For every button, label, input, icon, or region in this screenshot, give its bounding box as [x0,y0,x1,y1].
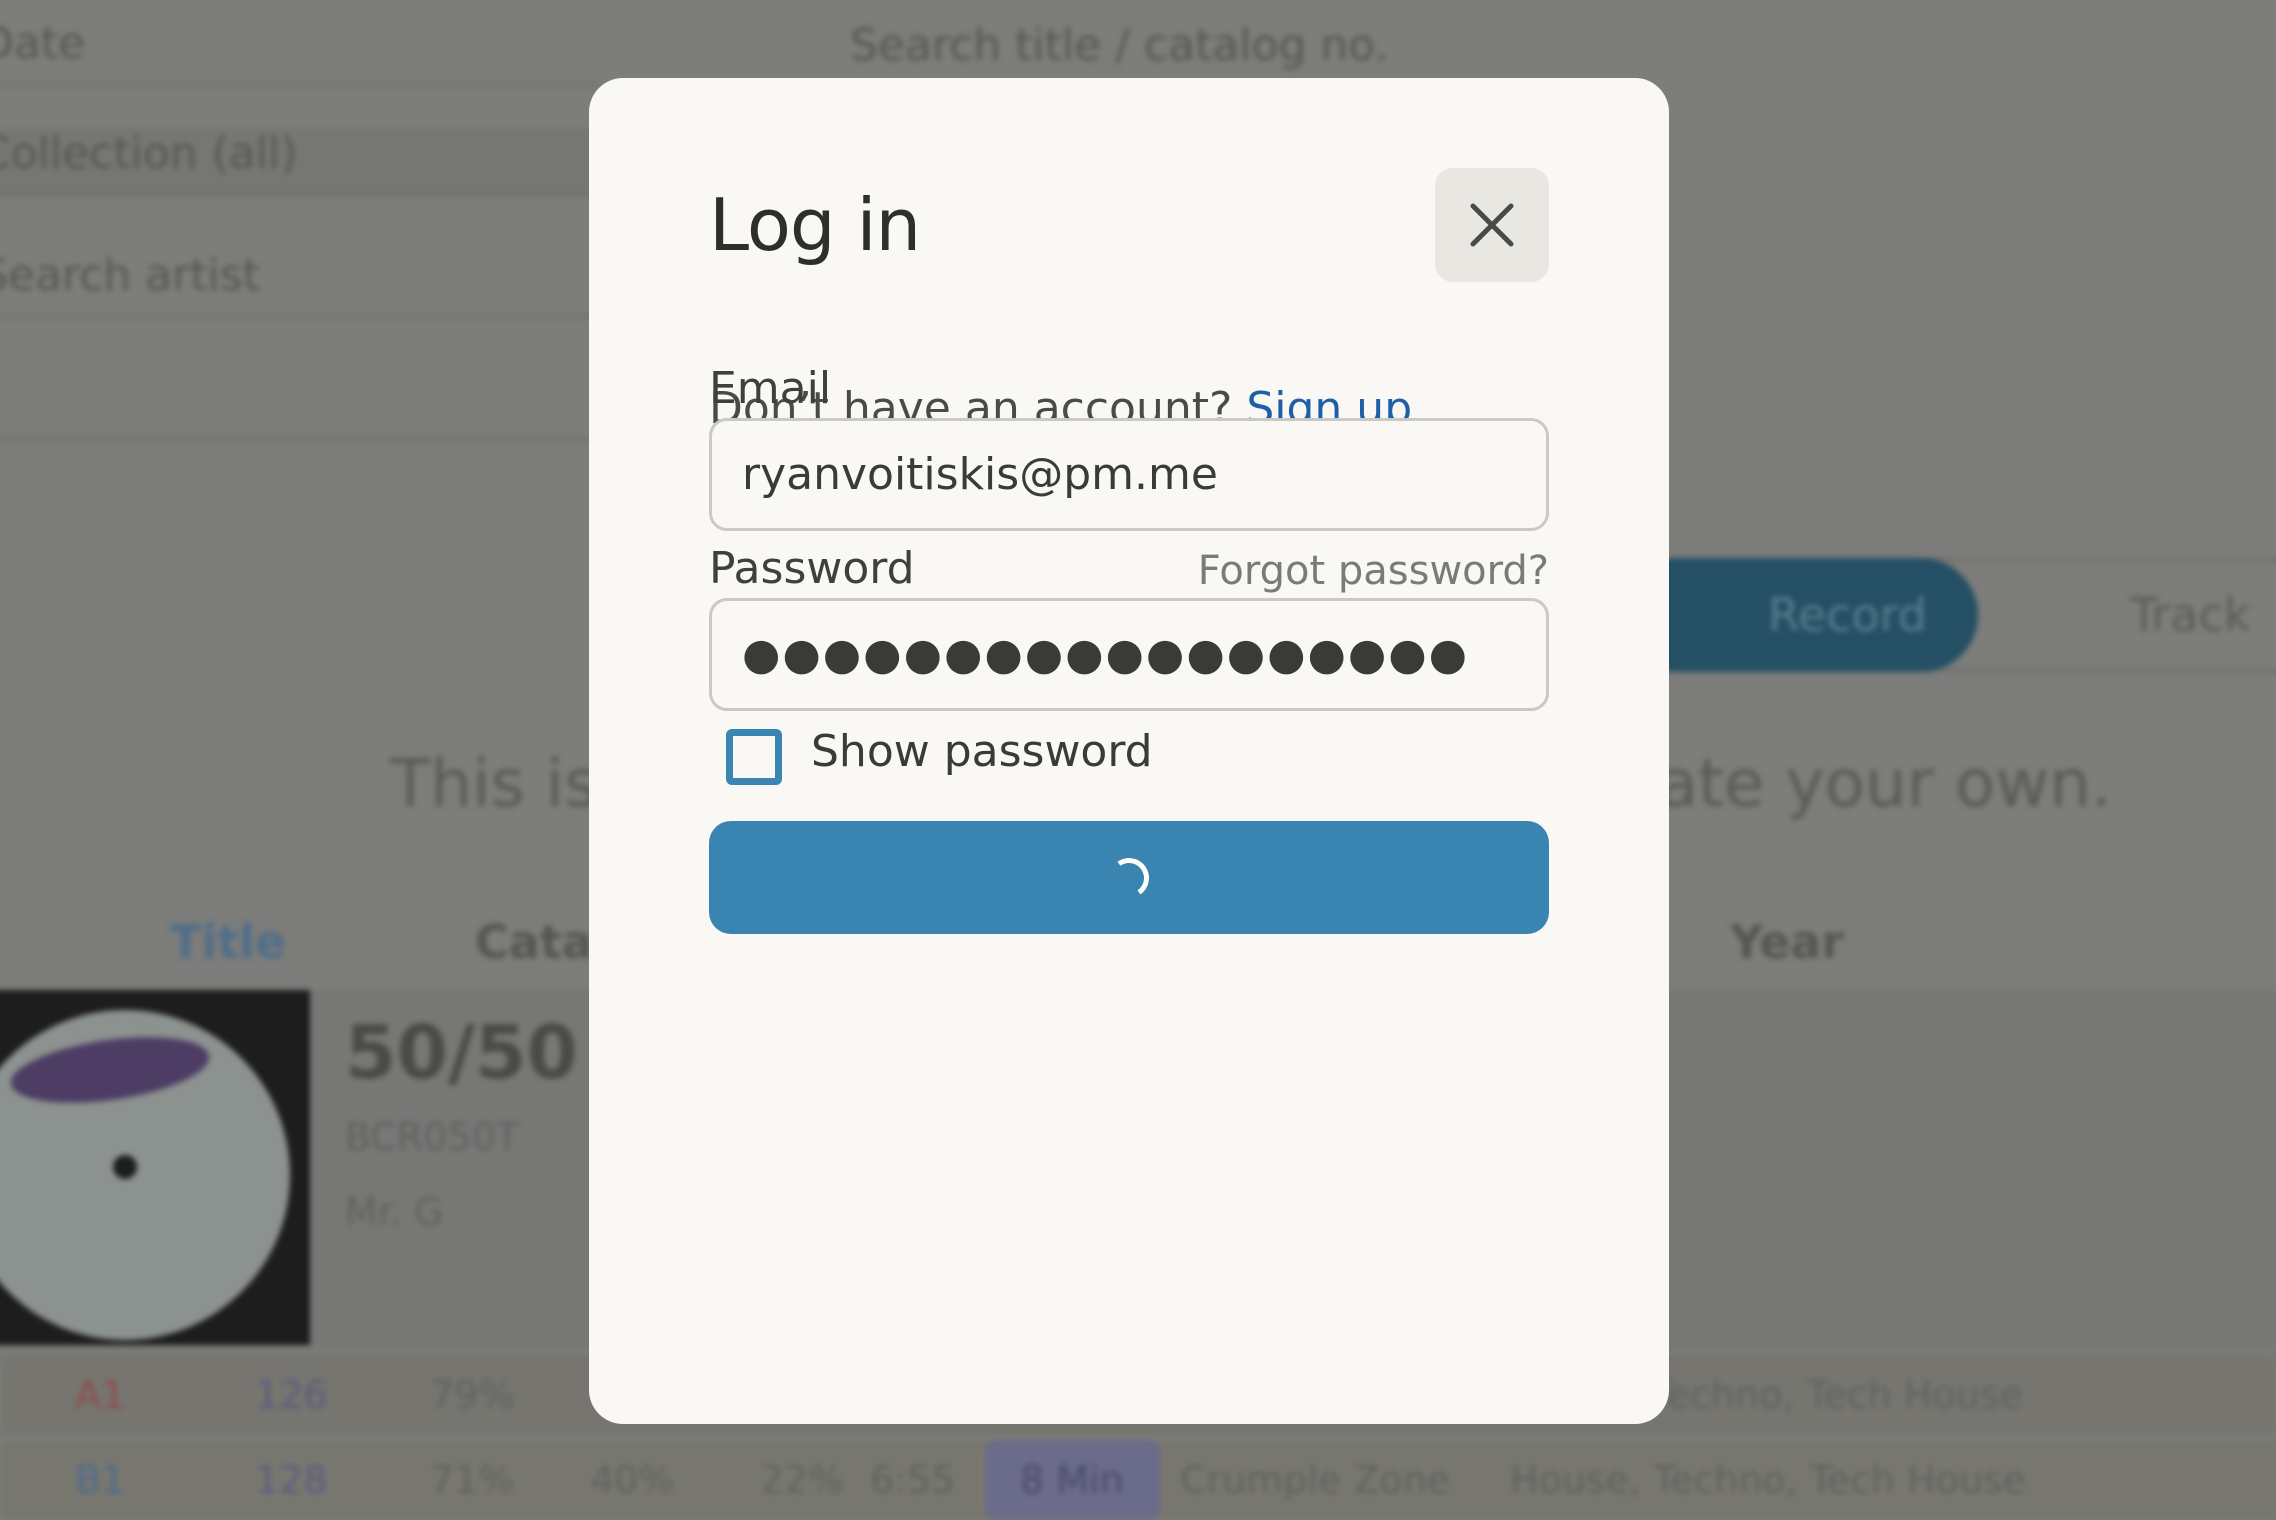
close-button[interactable] [1435,168,1549,282]
track-duration: 6:55 [870,1458,956,1502]
record-catalog: BCR050T [345,1115,520,1159]
track-energy: 71% [430,1458,515,1502]
close-icon [1470,203,1514,247]
date-filter: Date [0,18,600,86]
track-genres: Techno, Tech House [1650,1373,2023,1417]
track-position: A1 [75,1373,126,1417]
track-mood-pct: 22% [760,1458,845,1502]
loading-spinner-icon [1105,854,1153,901]
view-toggle-record: Record [1620,558,1978,672]
modal-title: Log in [709,183,921,267]
track-label: Crumple Zone [1180,1458,1451,1502]
artist-search: Search artist [0,250,600,318]
track-row: B1 128 71% 40% 22% 6:55 8 Min Crumple Zo… [0,1440,2276,1520]
login-submit-button[interactable] [709,821,1549,934]
track-key-pct: 40% [590,1458,675,1502]
track-energy: 79% [430,1373,515,1417]
record-artist: Mr. G [345,1190,444,1234]
column-year: Year [1730,915,1845,969]
column-title: Title [170,915,287,969]
show-password-label[interactable]: Show password [811,726,1153,777]
filter-divider [0,370,600,440]
track-position: B1 [75,1458,126,1502]
password-label: Password [709,543,915,594]
title-search: Search title / catalog no. [850,20,1389,71]
record-disc-hole [113,1155,137,1179]
track-key: 8 Min [1020,1458,1124,1502]
login-modal: Log in Don’t have an account? Sign up Em… [589,78,1669,1424]
email-field[interactable] [709,418,1549,531]
view-toggle-track: Track [2130,588,2251,642]
track-bpm: 128 [255,1458,328,1502]
track-bpm: 126 [255,1373,328,1417]
email-label: Email [709,363,832,414]
track-genres: House, Techno, Tech House [1510,1458,2027,1502]
forgot-password-link[interactable]: Forgot password? [1198,548,1549,594]
collection-filter: Collection (all) [0,128,600,196]
show-password-checkbox[interactable] [726,729,782,785]
password-field[interactable]: ●●●●●●●●●●●●●●●●●● [709,598,1549,711]
